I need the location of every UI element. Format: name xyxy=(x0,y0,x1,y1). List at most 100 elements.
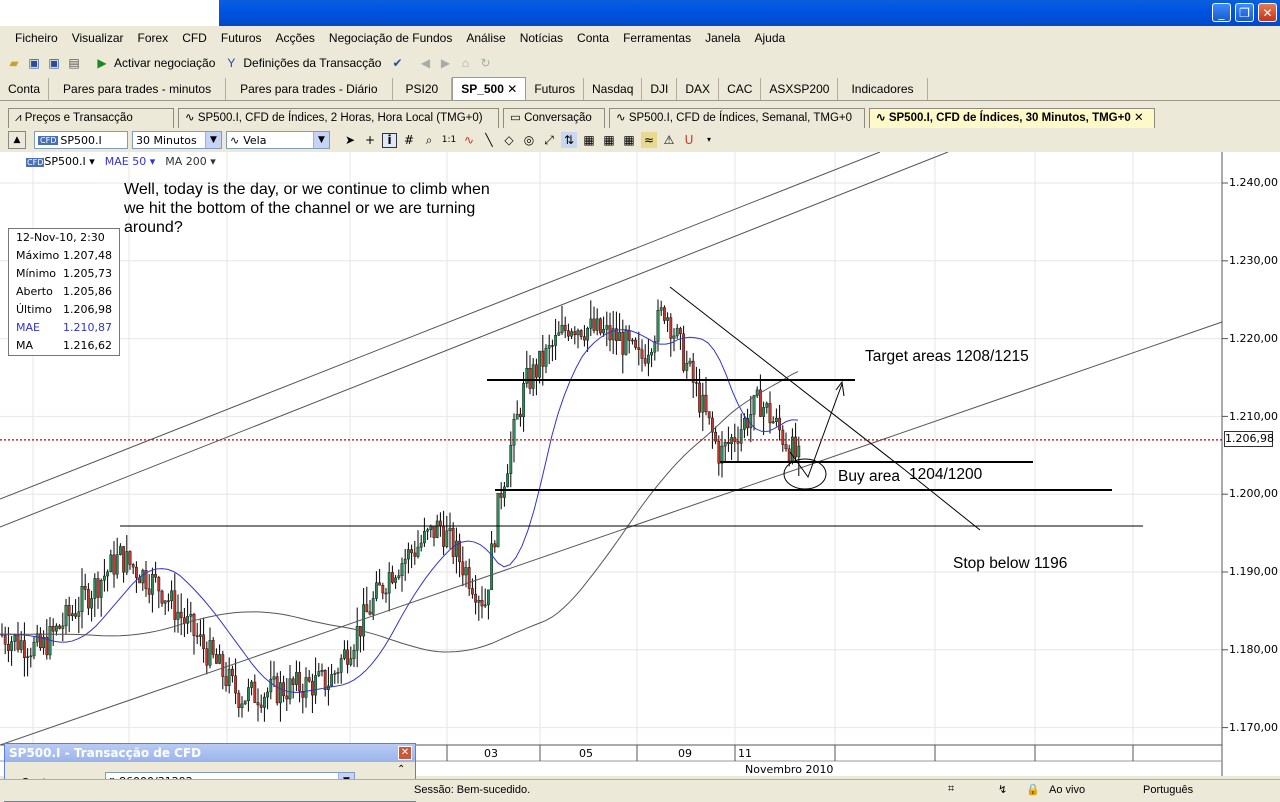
save-all-icon[interactable]: ▣ xyxy=(46,55,62,71)
tab-conta[interactable]: Conta xyxy=(0,78,50,100)
wave-icon[interactable]: ≈ xyxy=(641,132,657,148)
more-icon[interactable]: ▾ xyxy=(701,132,717,148)
legend-ma[interactable]: MA 200 ▾ xyxy=(165,155,216,168)
menu-janela[interactable]: Janela xyxy=(698,31,747,45)
menu-conta[interactable]: Conta xyxy=(570,31,616,45)
menu-visualizar[interactable]: Visualizar xyxy=(65,31,131,45)
tab-dax[interactable]: DAX xyxy=(677,78,720,100)
chart-tab-30min[interactable]: ∿ SP500.I, CFD de Índices, 30 Minutos, T… xyxy=(869,108,1155,128)
home-icon[interactable]: ⌂ xyxy=(457,55,473,71)
trade-settings-button[interactable]: Definições da Transacção xyxy=(243,56,381,70)
tab-futuros[interactable]: Futuros xyxy=(526,78,584,100)
candle xyxy=(685,362,689,371)
open-folder-icon[interactable]: ▰ xyxy=(6,55,22,71)
menu-negociacao-fundos[interactable]: Negociação de Fundos xyxy=(322,31,459,45)
zoom-icon[interactable]: ⌕ xyxy=(421,132,437,148)
close-icon[interactable]: ✕ xyxy=(507,82,517,96)
play-icon[interactable]: ▶ xyxy=(94,55,110,71)
chart-tab-conversacao[interactable]: ▭ Conversação xyxy=(503,108,605,128)
candle xyxy=(160,590,164,604)
tab-sp500[interactable]: SP_500 ✕ xyxy=(452,77,527,100)
chart-tab-label: SP500.I, CFD de Índices, 30 Minutos, TMG… xyxy=(888,112,1131,124)
info-icon[interactable]: i xyxy=(382,132,397,148)
candle xyxy=(16,634,20,650)
collapse-icon[interactable]: ▲ xyxy=(8,131,26,149)
chart-tab-2h[interactable]: ∿ SP500.I, CFD de Índices, 2 Horas, Hora… xyxy=(178,108,499,128)
signal-icon[interactable]: ↯ xyxy=(998,783,1007,796)
dialog-title-bar[interactable]: SP500.I - Transacção de CFD ✕ xyxy=(5,744,415,762)
tab-asxsp200[interactable]: ASXSP200 xyxy=(761,78,839,100)
info-row: Último 1.206,98 xyxy=(9,301,119,319)
tab-pares-diario[interactable]: Pares para trades - Diário xyxy=(226,78,393,100)
close-button[interactable]: ✕ xyxy=(1258,3,1277,22)
check-icon[interactable]: ✔ xyxy=(389,55,405,71)
candle xyxy=(6,644,10,651)
candle xyxy=(592,318,596,331)
price-chart[interactable] xyxy=(0,151,1280,776)
candle xyxy=(727,442,730,444)
chevron-down-icon[interactable]: ▼ xyxy=(313,132,329,148)
maximize-button[interactable]: ❐ xyxy=(1235,3,1254,22)
template-icon[interactable]: ▦ xyxy=(581,132,597,148)
print-icon[interactable]: ▤ xyxy=(66,55,82,71)
sync-icon[interactable]: ⇅ xyxy=(561,132,577,148)
chart-tab-precos[interactable]: ⩘ Preços e Transacção xyxy=(8,108,174,128)
candle xyxy=(298,672,301,692)
menu-cfd[interactable]: CFD xyxy=(175,31,214,45)
template-save-icon[interactable]: ▦ xyxy=(601,132,617,148)
filter-icon[interactable]: Y xyxy=(223,55,239,71)
menu-noticias[interactable]: Notícias xyxy=(513,31,570,45)
close-icon[interactable]: ✕ xyxy=(398,746,412,760)
refresh-icon[interactable]: ↻ xyxy=(477,55,493,71)
tab-cac[interactable]: CAC xyxy=(719,78,762,100)
menu-ferramentas[interactable]: Ferramentas xyxy=(616,31,698,45)
candle xyxy=(227,668,231,686)
tab-pares-minutos[interactable]: Pares para trades - minutos xyxy=(49,78,227,100)
chart-canvas[interactable] xyxy=(0,151,1280,776)
y-tick: 1.170,00 xyxy=(1229,721,1278,734)
eraser-icon[interactable]: ◇ xyxy=(501,132,517,148)
connection-icon[interactable]: ⌗ xyxy=(948,783,954,796)
fibonacci-icon[interactable]: ⤢ xyxy=(541,132,557,148)
chart-type-select[interactable]: ∿ Vela ▼ xyxy=(226,131,330,149)
tab-indicadores[interactable]: Indicadores xyxy=(838,78,928,100)
menu-ajuda[interactable]: Ajuda xyxy=(747,31,792,45)
magnet-icon[interactable]: U xyxy=(681,132,697,148)
menu-futuros[interactable]: Futuros xyxy=(214,31,269,45)
indicator-icon[interactable]: ∿ xyxy=(461,132,477,148)
draw-icon[interactable]: ◎ xyxy=(521,132,537,148)
candle xyxy=(285,695,289,700)
menu-forex[interactable]: Forex xyxy=(131,31,176,45)
crosshair-icon[interactable]: + xyxy=(362,132,378,148)
collapse-icon[interactable]: ⌃ xyxy=(397,764,405,775)
info-value: 1.216,62 xyxy=(63,339,112,352)
tab-nasdaq[interactable]: Nasdaq xyxy=(584,78,643,100)
live-status: Ao vivo xyxy=(1049,784,1086,796)
forward-icon[interactable]: ▶ xyxy=(437,55,453,71)
alert-icon[interactable]: ⚠ xyxy=(661,132,677,148)
legend-symbol[interactable]: CFDSP500.I ▾ xyxy=(26,155,95,168)
close-icon[interactable]: ✕ xyxy=(1134,112,1144,124)
grid-icon[interactable]: # xyxy=(401,132,417,148)
pointer-icon[interactable]: ➤ xyxy=(342,132,358,148)
ratio-icon[interactable]: 1:1 xyxy=(441,132,457,148)
template-load-icon[interactable]: ▦ xyxy=(621,132,637,148)
candle xyxy=(352,649,356,659)
minimize-button[interactable]: _ xyxy=(1212,3,1231,22)
symbol-field[interactable]: CFD SP500.I xyxy=(34,131,128,149)
menu-accoes[interactable]: Acções xyxy=(269,31,322,45)
candle xyxy=(99,580,103,598)
chart-tab-semanal[interactable]: ∿ SP500.I, CFD de Índices, Semanal, TMG+… xyxy=(609,108,865,128)
legend-mae[interactable]: MAE 50 ▾ xyxy=(105,155,156,168)
activate-trading-button[interactable]: Activar negociação xyxy=(114,56,215,70)
save-icon[interactable]: ▣ xyxy=(26,55,42,71)
tab-dji[interactable]: DJI xyxy=(642,78,678,100)
chevron-down-icon[interactable]: ▼ xyxy=(205,132,221,148)
chart-type-value: Vela xyxy=(243,133,267,147)
line-icon[interactable]: ╲ xyxy=(481,132,497,148)
back-icon[interactable]: ◀ xyxy=(417,55,433,71)
menu-ficheiro[interactable]: Ficheiro xyxy=(8,31,65,45)
tab-psi20[interactable]: PSI20 xyxy=(393,78,453,100)
interval-select[interactable]: 30 Minutos ▼ xyxy=(132,131,222,149)
menu-analise[interactable]: Análise xyxy=(459,31,512,45)
